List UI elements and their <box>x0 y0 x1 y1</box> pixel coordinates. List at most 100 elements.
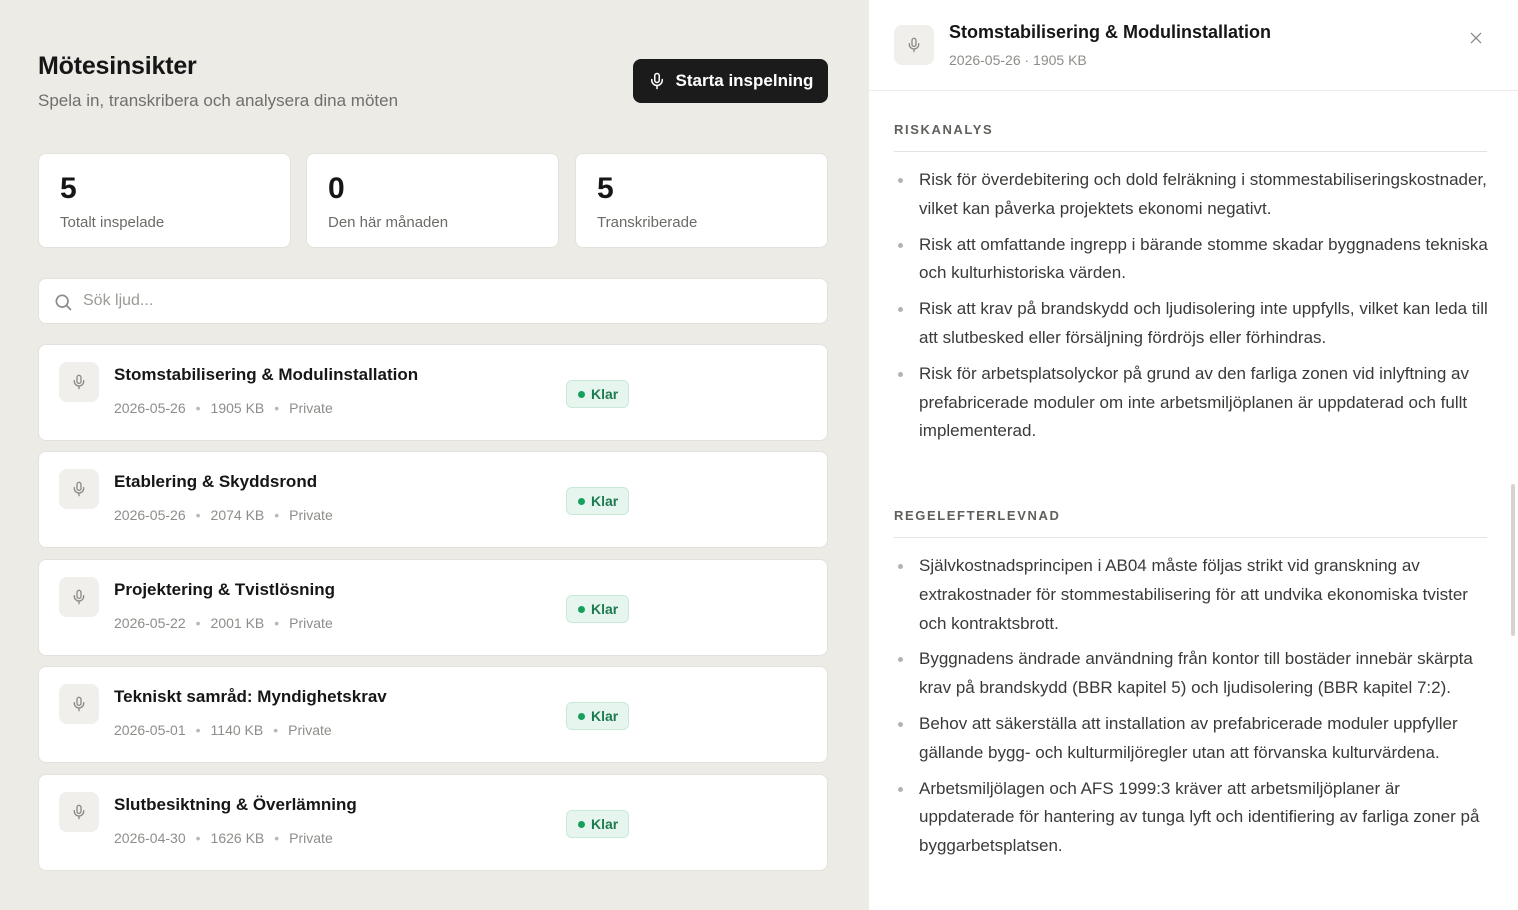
separator-dot: • <box>195 830 201 846</box>
page-title: Mötesinsikter <box>38 52 197 80</box>
search-input[interactable] <box>83 279 813 323</box>
status-label: Klar <box>591 386 619 402</box>
stat-value: 0 <box>328 172 345 205</box>
section-heading-compliance: REGELEFTERLEVNAD <box>894 508 1061 523</box>
status-label: Klar <box>591 816 619 832</box>
risk-item: Risk att krav på brandskydd och ljudisol… <box>894 295 1494 353</box>
stat-value: 5 <box>60 172 77 205</box>
risk-item: Risk att omfattande ingrepp i bärande st… <box>894 231 1494 289</box>
separator-dot: • <box>195 507 201 523</box>
recording-visibility: Private <box>288 722 332 738</box>
separator-dot: • <box>274 400 280 416</box>
microphone-icon <box>73 589 85 605</box>
recording-size: 2001 KB <box>210 615 265 631</box>
microphone-icon <box>73 481 85 497</box>
microphone-icon <box>73 696 85 712</box>
separator-dot: • <box>195 722 201 738</box>
recording-size: 1140 KB <box>210 722 264 738</box>
recording-meta: 2026-05-01 • 1140 KB • Private <box>114 722 332 738</box>
recording-meta: 2026-05-26 • 1905 KB • Private <box>114 400 333 416</box>
recording-title: Stomstabilisering & Modulinstallation <box>114 365 419 384</box>
status-dot <box>578 605 585 613</box>
status-label: Klar <box>591 601 619 617</box>
status-badge: Klar <box>566 810 630 838</box>
detail-title: Stomstabilisering & Modulinstallation <box>949 22 1272 42</box>
risk-item: Risk för arbetsplatsolyckor på grund av … <box>894 360 1494 446</box>
recording-size: 1626 KB <box>210 830 265 846</box>
main-content: Mötesinsikter Spela in, transkribera och… <box>0 0 869 910</box>
compliance-item: Självkostnadsprincipen i AB04 måste följ… <box>894 552 1494 638</box>
separator-dot: • <box>273 722 279 738</box>
separator-dot: • <box>195 400 201 416</box>
panel-scrollbar[interactable] <box>1511 484 1515 636</box>
recording-visibility: Private <box>289 615 333 631</box>
detail-panel: Stomstabilisering & Modulinstallation 20… <box>869 0 1518 910</box>
recording-title: Tekniskt samråd: Myndighetskrav <box>114 687 387 706</box>
status-dot <box>578 390 585 398</box>
start-recording-label: Starta inspelning <box>675 71 814 90</box>
status-label: Klar <box>591 708 619 724</box>
compliance-item: Arbetsmiljölagen och AFS 1999:3 kräver a… <box>894 775 1494 861</box>
status-dot <box>578 712 585 720</box>
recording-icon <box>59 792 99 832</box>
microphone-icon <box>650 72 663 90</box>
status-badge: Klar <box>566 380 630 408</box>
detail-header: Stomstabilisering & Modulinstallation 20… <box>869 0 1518 91</box>
status-dot <box>578 820 585 828</box>
risk-item: Risk för överdebitering och dold felräkn… <box>894 166 1494 224</box>
recording-size: 1905 KB <box>210 400 265 416</box>
stat-card-this-month: 0 Den här månaden <box>306 153 559 248</box>
recording-date: 2026-05-22 <box>114 615 186 631</box>
stat-label: Totalt inspelade <box>60 214 165 231</box>
search-icon <box>55 294 72 311</box>
recording-visibility: Private <box>289 830 333 846</box>
status-badge: Klar <box>566 595 630 623</box>
separator-dot: • <box>195 615 201 631</box>
separator-dot: • <box>274 615 280 631</box>
recording-icon <box>59 577 99 617</box>
stat-label: Den här månaden <box>328 214 449 231</box>
recording-meta: 2026-05-22 • 2001 KB • Private <box>114 615 333 631</box>
recording-date: 2026-05-26 <box>114 400 186 416</box>
close-icon <box>1470 32 1482 44</box>
recording-date: 2026-05-01 <box>114 722 186 738</box>
detail-recording-icon <box>894 25 934 65</box>
detail-meta: 2026-05-26 · 1905 KB <box>949 52 1087 68</box>
risk-list: Risk för överdebitering och dold felräkn… <box>894 166 1494 453</box>
separator-dot: • <box>274 830 280 846</box>
recording-title: Slutbesiktning & Överlämning <box>114 795 357 814</box>
microphone-icon <box>73 804 85 820</box>
close-button[interactable] <box>1466 28 1486 48</box>
recording-icon <box>59 362 99 402</box>
recording-title: Etablering & Skyddsrond <box>114 472 318 491</box>
status-badge: Klar <box>566 487 630 515</box>
stat-label: Transkriberade <box>597 214 698 231</box>
search-bar <box>38 278 828 324</box>
recording-meta: 2026-05-26 • 2074 KB • Private <box>114 507 333 523</box>
section-divider <box>894 151 1487 152</box>
recording-row[interactable]: Projektering & Tvistlösning 2026-05-22 • … <box>38 559 828 656</box>
recording-title: Projektering & Tvistlösning <box>114 580 336 599</box>
recording-visibility: Private <box>289 400 333 416</box>
recording-size: 2074 KB <box>210 507 265 523</box>
section-heading-risk: RISKANALYS <box>894 122 994 137</box>
status-label: Klar <box>591 493 619 509</box>
section-divider <box>894 537 1487 538</box>
recording-row[interactable]: Etablering & Skyddsrond 2026-05-26 • 2074… <box>38 451 828 548</box>
recording-icon <box>59 684 99 724</box>
status-badge: Klar <box>566 702 630 730</box>
recording-row[interactable]: Tekniskt samråd: Myndighetskrav 2026-05-… <box>38 666 828 763</box>
recording-row[interactable]: Slutbesiktning & Överlämning 2026-04-30 •… <box>38 774 828 871</box>
status-dot <box>578 497 585 505</box>
separator-dot: • <box>274 507 280 523</box>
start-recording-button[interactable]: Starta inspelning <box>633 59 828 103</box>
compliance-list: Självkostnadsprincipen i AB04 måste följ… <box>894 552 1494 868</box>
microphone-icon <box>73 374 85 390</box>
microphone-icon <box>908 37 920 53</box>
stat-card-transcribed: 5 Transkriberade <box>575 153 828 248</box>
recording-row[interactable]: Stomstabilisering & Modulinstallation 20… <box>38 344 828 441</box>
recording-visibility: Private <box>289 507 333 523</box>
compliance-item: Behov att säkerställa att installation a… <box>894 710 1494 768</box>
recording-icon <box>59 469 99 509</box>
recording-date: 2026-04-30 <box>114 830 186 846</box>
